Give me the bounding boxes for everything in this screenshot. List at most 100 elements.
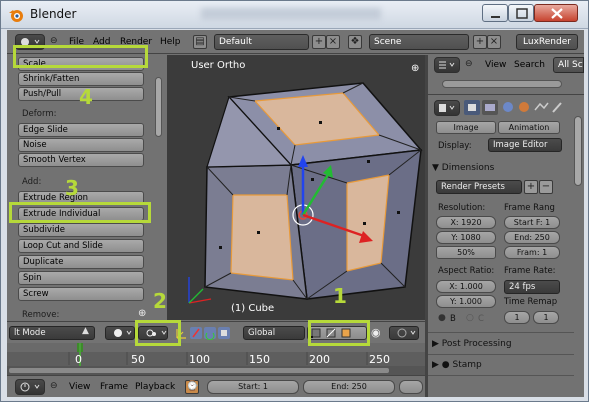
resolution-x-field[interactable]: X: 1920	[436, 216, 496, 229]
window-title: Blender	[30, 7, 77, 21]
remove-screen-icon[interactable]: ×	[326, 35, 340, 49]
close-icon	[551, 8, 563, 19]
timeline-menu-frame[interactable]: Frame	[100, 382, 128, 392]
properties-scrollbar[interactable]	[574, 116, 582, 186]
frame-rate-label: Frame Rate:	[504, 266, 556, 276]
blender-ui: ⊖ File Add Render Help ▤ Default + × ❖ S…	[7, 30, 584, 397]
add-scene-icon[interactable]: +	[473, 35, 487, 49]
animation-tab-button[interactable]: Animation	[498, 121, 560, 134]
panel-divider	[428, 332, 574, 333]
crop-label: C	[478, 314, 484, 324]
current-frame-field[interactable]	[399, 380, 423, 394]
outliner-scrollbar[interactable]	[442, 80, 562, 88]
shrink-fatten-button[interactable]: Shrink/Fatten	[18, 72, 144, 86]
properties-editor: Image Animation Display: Image Editor ▼ …	[428, 96, 584, 397]
close-button[interactable]	[534, 4, 578, 22]
proportional-edit-select[interactable]	[389, 326, 419, 340]
crop-checkbox[interactable]: ○	[466, 313, 474, 323]
outliner-menu-search[interactable]: Search	[514, 60, 545, 70]
loop-cut-slide-button[interactable]: Loop Cut and Slide	[18, 239, 144, 253]
smooth-vertex-button[interactable]: Smooth Vertex	[18, 153, 144, 167]
scene-icon[interactable]: ❖	[348, 35, 362, 49]
remap-new-field[interactable]: 1	[533, 311, 559, 324]
menu-help[interactable]: Help	[160, 37, 181, 47]
annotation-number-1: 1	[333, 284, 347, 308]
properties-context-tabs[interactable]	[464, 100, 574, 116]
timeline-tick-200: 200	[309, 353, 330, 366]
minimize-icon	[491, 16, 500, 18]
display-select[interactable]: Image Editor	[488, 138, 562, 152]
image-tab-button[interactable]: Image	[436, 121, 496, 134]
mode-chevron-icon: ▲	[82, 326, 89, 336]
panel-divider-2	[428, 354, 574, 355]
3d-viewport[interactable]: User Ortho ⊕ (1) Cube	[167, 55, 425, 320]
annotation-number-4: 4	[79, 85, 93, 109]
stamp-panel-header[interactable]: ▶ ● Stamp	[432, 360, 572, 370]
shading-select[interactable]	[105, 326, 135, 340]
start-frame-field[interactable]: Start: 1	[207, 380, 299, 394]
outliner-editor-type[interactable]	[434, 57, 460, 73]
timeline-ruler[interactable]	[7, 343, 425, 375]
display-label: Display:	[438, 141, 472, 151]
aspect-x-field[interactable]: X: 1.000	[436, 280, 496, 293]
time-remap-label: Time Remap	[504, 297, 558, 307]
timeline-collapse-icon[interactable]: ⊖	[50, 381, 58, 391]
screen-layout-field[interactable]: Default	[214, 34, 309, 50]
manipulator-toggle-icons[interactable]	[175, 326, 231, 340]
resolution-percent-field[interactable]: 50%	[436, 246, 496, 259]
cube-mesh[interactable]	[167, 55, 425, 320]
edge-slide-button[interactable]: Edge Slide	[18, 123, 144, 137]
add-screen-icon[interactable]: +	[312, 35, 326, 49]
remap-old-field[interactable]: 1	[504, 311, 530, 324]
blender-window: Blender ⊖ File Add Render Help ▤ Default…	[0, 0, 589, 402]
properties-editor-type[interactable]	[434, 100, 460, 116]
blurred-title-area	[201, 8, 381, 20]
annotation-number-2: 2	[153, 289, 167, 313]
end-frame-field[interactable]: End: 250	[303, 380, 395, 394]
add-preset-icon[interactable]: +	[524, 180, 538, 194]
tool-shelf-scrollbar[interactable]	[155, 77, 162, 137]
remove-scene-icon[interactable]: ×	[487, 35, 501, 49]
subdivide-button[interactable]: Subdivide	[18, 223, 144, 237]
timeline-tick-100: 100	[189, 353, 210, 366]
resolution-y-field[interactable]: Y: 1080	[436, 231, 496, 244]
spin-button[interactable]: Spin	[18, 271, 144, 285]
timeline-menu-playback[interactable]: Playback	[135, 382, 175, 392]
outliner-filter-select[interactable]: All Sc	[553, 57, 584, 73]
screen-layout-icon[interactable]: ▤	[193, 35, 207, 49]
timeline[interactable]: 0 50 100 150 200 250	[7, 343, 425, 375]
render-engine-select[interactable]: LuxRender	[516, 34, 578, 50]
outliner-icon	[439, 61, 455, 69]
highlight-box-select-mode	[308, 320, 370, 346]
outliner-collapse-icon[interactable]: ⊖	[465, 59, 473, 69]
shelf-plus-icon[interactable]: ⊕	[138, 308, 146, 319]
maximize-button[interactable]	[508, 4, 534, 22]
dimensions-panel-header[interactable]: ▼ Dimensions	[432, 163, 572, 173]
timeline-menu-view[interactable]: View	[69, 382, 90, 392]
aspect-ratio-label: Aspect Ratio:	[438, 266, 495, 276]
scene-field[interactable]: Scene	[369, 34, 469, 50]
post-processing-panel-header[interactable]: ▶ Post Processing	[432, 339, 572, 349]
duplicate-button[interactable]: Duplicate	[18, 255, 144, 269]
maximize-icon	[516, 8, 528, 19]
timeline-tick-150: 150	[249, 353, 270, 366]
aspect-y-field[interactable]: Y: 1.000	[436, 295, 496, 308]
clock-icon	[20, 382, 40, 392]
frame-rate-select[interactable]: 24 fps	[504, 280, 560, 294]
screw-button[interactable]: Screw	[18, 287, 144, 301]
highlight-box-extrude-individual	[9, 202, 151, 223]
preview-range-icon[interactable]: ⌚	[185, 380, 199, 394]
occlude-geometry-icon[interactable]: ◉	[371, 326, 381, 339]
frame-step-field[interactable]: Fram: 1	[504, 246, 560, 259]
noise-button[interactable]: Noise	[18, 138, 144, 152]
render-presets-select[interactable]: Render Presets	[436, 180, 522, 194]
timeline-editor-type[interactable]	[15, 379, 45, 395]
remove-preset-icon[interactable]: −	[539, 180, 553, 194]
end-frame-prop-field[interactable]: End: 250	[504, 231, 560, 244]
minimize-button[interactable]	[482, 4, 508, 22]
timeline-tick-50: 50	[131, 353, 145, 366]
border-checkbox[interactable]: ●	[438, 313, 446, 323]
start-frame-prop-field[interactable]: Start F: 1	[504, 216, 560, 229]
orientation-select[interactable]: Global	[243, 326, 305, 340]
outliner-menu-view[interactable]: View	[485, 60, 506, 70]
